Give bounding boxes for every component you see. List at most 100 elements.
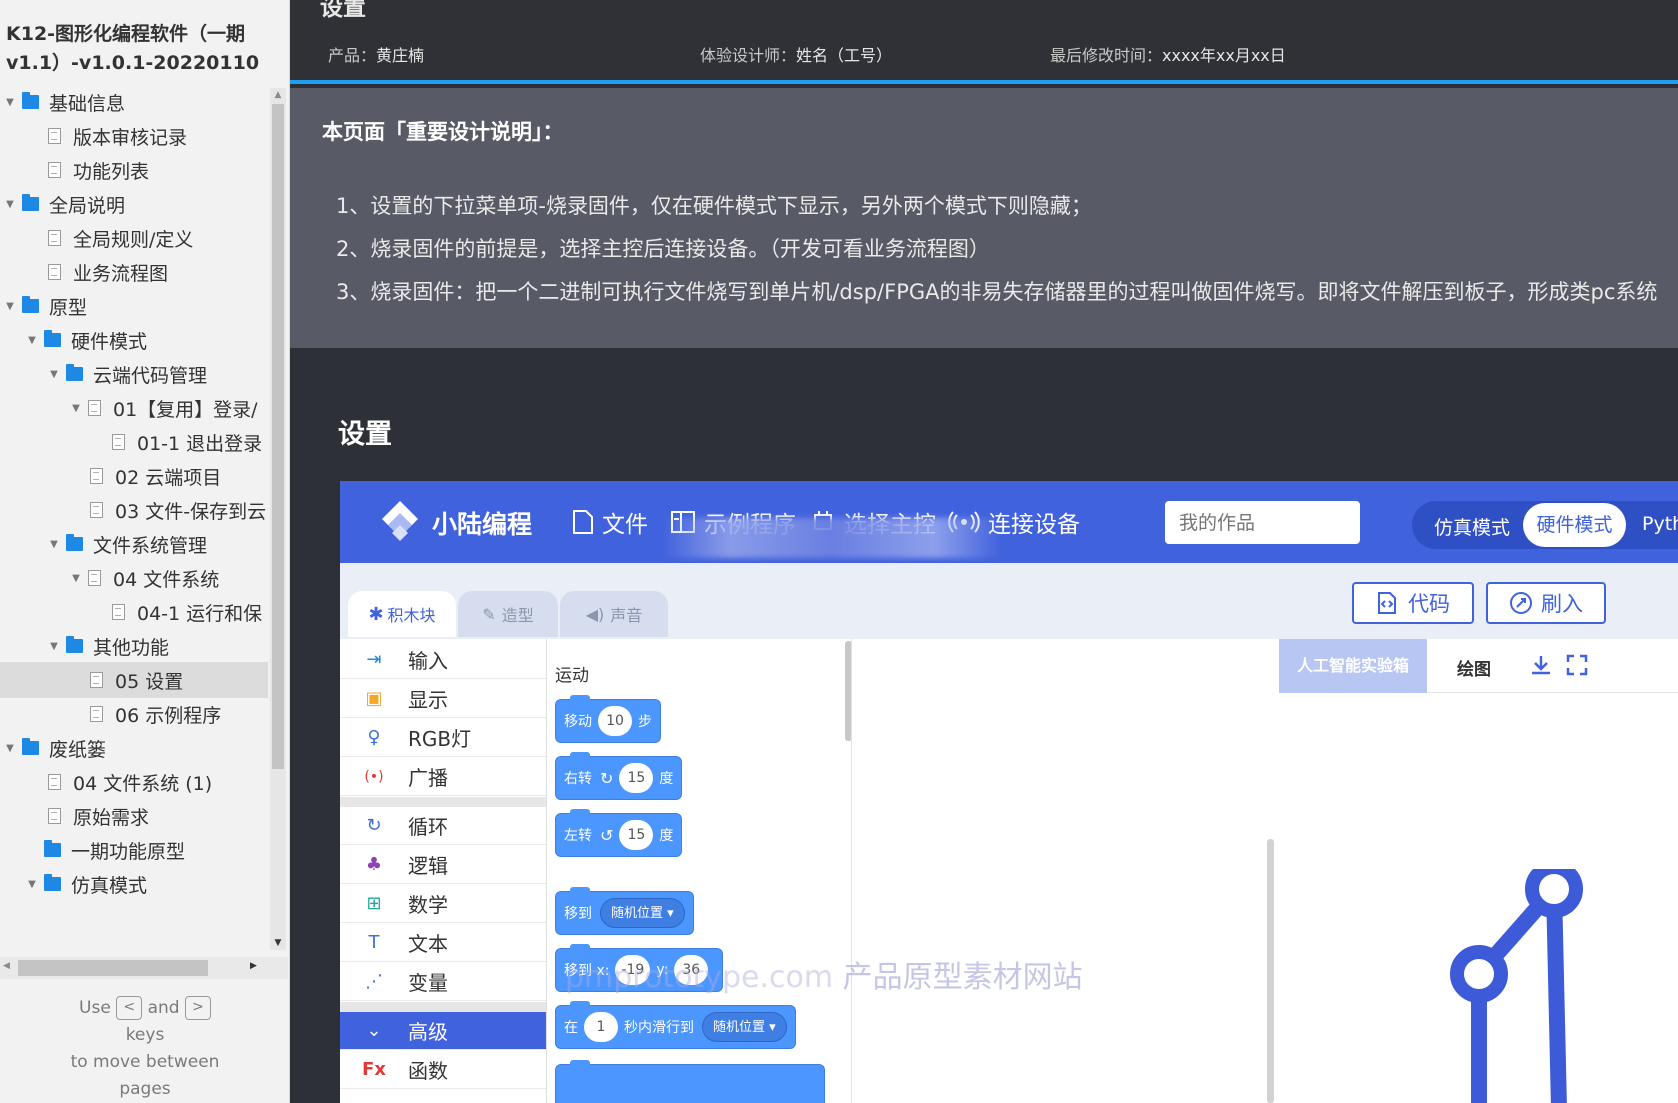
caret-down-icon[interactable]: ▼: [68, 573, 84, 584]
category-label: 文本: [408, 932, 448, 956]
tab-sound[interactable]: ◀) 声音: [560, 591, 668, 637]
block-label: 移到: [564, 906, 592, 922]
tab-ai-lab[interactable]: 人工智能实验箱: [1279, 639, 1427, 693]
tree-folder-global-notes[interactable]: ▼ 全局说明: [0, 186, 268, 222]
block-number-input[interactable]: 10: [598, 706, 632, 736]
tab-blocks[interactable]: ✱ 积木块: [348, 591, 456, 637]
tree-folder-basic-info[interactable]: ▼ 基础信息: [0, 84, 268, 120]
tree-page-original-requirements[interactable]: 原始需求: [0, 798, 268, 834]
scroll-left-arrow-icon[interactable]: ◀: [3, 961, 10, 971]
category-broadcast[interactable]: (•) 广播: [340, 758, 546, 796]
tree-page-cloud-project[interactable]: 02 云端项目: [0, 458, 268, 494]
block-number-input[interactable]: 15: [619, 820, 654, 850]
tree-folder-hardware-mode[interactable]: ▼ 硬件模式: [0, 322, 268, 358]
notes-heading: 本页面「重要设计说明」：: [322, 120, 564, 144]
block-turn-left[interactable]: 左转 ↺ 15 度: [555, 809, 683, 857]
caret-down-icon[interactable]: ▼: [46, 539, 62, 550]
tree-folder-simulation-mode[interactable]: ▼ 仿真模式: [0, 866, 268, 902]
block-partial[interactable]: [555, 1060, 825, 1103]
tree-label: 01-1 退出登录: [137, 432, 263, 455]
folder-icon: [22, 194, 39, 211]
tree-page-version-review[interactable]: 版本审核记录: [0, 118, 268, 154]
tree-page-file-system[interactable]: ▼ 04 文件系统: [0, 560, 268, 596]
menu-file[interactable]: 文件: [572, 505, 648, 539]
block-glide[interactable]: 在 1 秒内滑行到 随机位置 ▾: [555, 1001, 796, 1049]
block-label: 度: [659, 771, 674, 787]
caret-down-icon[interactable]: ▼: [2, 199, 18, 210]
tree-folder-phase1-prototype[interactable]: ▼ 一期功能原型: [0, 832, 268, 868]
tree-page-file-system-copy[interactable]: 04 文件系统 (1): [0, 764, 268, 800]
category-function[interactable]: Fx 函数: [340, 1051, 546, 1089]
tree-folder-other-features[interactable]: ▼ 其他功能: [0, 628, 268, 664]
block-dropdown[interactable]: 随机位置 ▾: [702, 1012, 787, 1042]
block-goto-target[interactable]: 移到 随机位置 ▾: [555, 887, 694, 935]
caret-down-icon[interactable]: ▼: [46, 641, 62, 652]
scroll-up-arrow-icon[interactable]: ▲: [270, 90, 286, 100]
block-turn-right[interactable]: 右转 ↻ 15 度: [555, 752, 683, 800]
tab-costume[interactable]: ✎ 造型: [458, 591, 558, 637]
caret-down-icon[interactable]: ▼: [2, 97, 18, 108]
category-advanced[interactable]: ⌄ 高级: [340, 1012, 546, 1050]
rotate-right-icon: ↻: [600, 768, 614, 788]
block-number-input[interactable]: 1: [584, 1012, 618, 1042]
category-text[interactable]: T 文本: [340, 924, 546, 962]
tree-label: 03 文件-保存到云: [115, 500, 267, 523]
category-divider: [340, 1002, 546, 1012]
tree-horizontal-scrollbar[interactable]: ◀ ▶: [0, 957, 288, 979]
category-math[interactable]: ⊞ 数学: [340, 885, 546, 923]
category-display[interactable]: ▣ 显示: [340, 680, 546, 718]
code-button[interactable]: 代码: [1352, 582, 1474, 624]
tree-folder-file-system[interactable]: ▼ 文件系统管理: [0, 526, 268, 562]
scrollbar-thumb[interactable]: [272, 104, 284, 769]
document-area: 设置 产品：黄庄楠 体验设计师：姓名（工号） 最后修改时间：xxxx年xx月xx…: [290, 0, 1678, 1103]
mode-python[interactable]: Python: [1642, 513, 1678, 535]
flash-button[interactable]: 刷入: [1486, 582, 1606, 624]
caret-down-icon[interactable]: ▼: [24, 879, 40, 890]
category-variable[interactable]: ⋰ 变量: [340, 963, 546, 1001]
caret-down-icon[interactable]: ▼: [24, 335, 40, 346]
tree-label: 云端代码管理: [93, 364, 208, 387]
tree-page-settings[interactable]: 05 设置: [0, 662, 268, 698]
brush-icon: ✎: [482, 604, 496, 624]
caret-down-icon[interactable]: ▼: [46, 369, 62, 380]
script-workspace[interactable]: [851, 639, 1279, 1103]
tree-page-feature-list[interactable]: 功能列表: [0, 152, 268, 188]
page-icon: [90, 706, 103, 722]
tree-folder-cloud-code[interactable]: ▼ 云端代码管理: [0, 356, 268, 392]
category-rgb[interactable]: ♀ RGB灯: [340, 719, 546, 757]
workspace-scrollbar[interactable]: [1267, 839, 1274, 1103]
tree-vertical-scrollbar[interactable]: ▲ ▼: [270, 88, 286, 950]
scroll-down-arrow-icon[interactable]: ▼: [270, 938, 286, 948]
works-name-input[interactable]: [1165, 501, 1360, 544]
tree-page-login[interactable]: ▼ 01【复用】登录/: [0, 390, 268, 426]
tree-page-examples[interactable]: 06 示例程序: [0, 696, 268, 732]
tab-drawing[interactable]: 绘图: [1457, 655, 1491, 680]
tree-page-run-and-save[interactable]: 04-1 运行和保: [0, 594, 268, 630]
block-number-input[interactable]: 15: [619, 763, 654, 793]
category-logic[interactable]: ♣ 逻辑: [340, 846, 546, 884]
mode-switch[interactable]: 仿真模式 硬件模式 Python: [1412, 501, 1678, 549]
tree-page-logout[interactable]: 01-1 退出登录: [0, 424, 268, 460]
tree-page-business-flow[interactable]: 业务流程图: [0, 254, 268, 290]
category-label: 数学: [408, 893, 448, 917]
caret-down-icon[interactable]: ▼: [2, 743, 18, 754]
tree-page-save-to-cloud[interactable]: 03 文件-保存到云: [0, 492, 268, 528]
scroll-right-arrow-icon[interactable]: ▶: [250, 961, 257, 971]
block-palette: 运动 移动 10 步 右转 ↻ 15 度 左转 ↺ 15 度 移到 随机位置 ▾…: [546, 639, 852, 1103]
tree-page-global-rules[interactable]: 全局规则/定义: [0, 220, 268, 256]
fullscreen-icon[interactable]: [1565, 653, 1589, 677]
block-dropdown[interactable]: 随机位置 ▾: [600, 898, 685, 928]
caret-down-icon[interactable]: ▼: [68, 403, 84, 414]
block-move-steps[interactable]: 移动 10 步: [555, 695, 661, 743]
caret-down-icon[interactable]: ▼: [2, 301, 18, 312]
category-loop[interactable]: ↻ 循环: [340, 807, 546, 845]
download-icon[interactable]: [1529, 653, 1553, 677]
category-input[interactable]: ⇥ 输入: [340, 641, 546, 679]
button-label: 代码: [1408, 592, 1450, 616]
scrollbar-thumb[interactable]: [18, 960, 208, 976]
tree-folder-trash[interactable]: ▼ 废纸篓: [0, 730, 268, 766]
mode-simulation[interactable]: 仿真模式: [1434, 513, 1510, 540]
tree-folder-prototype[interactable]: ▼ 原型: [0, 288, 268, 324]
category-label: 变量: [408, 971, 448, 995]
mode-hardware[interactable]: 硬件模式: [1523, 503, 1626, 547]
